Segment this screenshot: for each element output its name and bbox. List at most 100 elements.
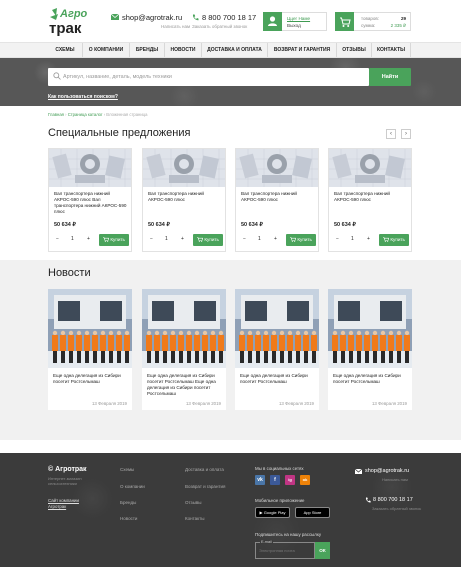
- search-button[interactable]: Найти: [369, 68, 411, 86]
- breadcrumb-home[interactable]: Главная: [48, 112, 64, 117]
- main-nav: СХЕМЫ О КОМПАНИИ БРЕНДЫ НОВОСТИ ДОСТАВКА…: [0, 42, 461, 58]
- app-title: Мобильное приложение: [255, 498, 305, 503]
- news-text[interactable]: Еще одна делегация из Сибири посетит Рос…: [333, 373, 409, 385]
- nav-item-brands[interactable]: БРЕНДЫ: [129, 43, 164, 57]
- breadcrumb: Главная › Страница каталог › Вложенная с…: [48, 112, 147, 117]
- subscribe-field[interactable]: E-mail: [255, 540, 315, 559]
- quantity-value[interactable]: 1: [351, 236, 354, 242]
- prev-arrow-button[interactable]: ‹: [386, 129, 396, 139]
- plus-icon[interactable]: +: [274, 236, 277, 242]
- quantity-value[interactable]: 1: [71, 236, 74, 242]
- footer-brand: © Агротрак: [48, 466, 87, 473]
- news-text[interactable]: Еще одна делегация из Сибири посетит Рос…: [147, 373, 223, 397]
- plus-icon[interactable]: +: [367, 236, 370, 242]
- product-image[interactable]: [49, 149, 131, 187]
- plus-icon[interactable]: +: [87, 236, 90, 242]
- news-image[interactable]: [142, 289, 226, 368]
- facebook-icon[interactable]: f: [270, 475, 280, 485]
- news-card[interactable]: Еще одна делегация из Сибири посетит Рос…: [142, 289, 226, 410]
- product-image[interactable]: [329, 149, 411, 187]
- news-card[interactable]: Еще одна делегация из Сибири посетит Рос…: [48, 289, 132, 410]
- footer-email[interactable]: shop@agrotrak.ru: [365, 468, 409, 474]
- nav-item-schemes[interactable]: СХЕМЫ: [48, 43, 82, 57]
- buy-button[interactable]: Купить: [99, 234, 129, 246]
- news-card[interactable]: Еще одна делегация из Сибири посетит Рос…: [328, 289, 412, 410]
- footer-link-schemes[interactable]: Схемы: [120, 467, 134, 472]
- logo[interactable]: Агро трак: [48, 6, 100, 37]
- breadcrumb-current: Вложенная страница: [106, 112, 148, 117]
- minus-icon[interactable]: −: [336, 236, 339, 242]
- minus-icon[interactable]: −: [243, 236, 246, 242]
- product-name[interactable]: Вал транспортера нижний АКРОС-590 плюс: [241, 191, 315, 203]
- buy-button[interactable]: Купить: [379, 234, 409, 246]
- quantity-stepper: − 1 +: [241, 235, 283, 245]
- breadcrumb-catalog[interactable]: Страница каталог: [68, 112, 103, 117]
- arrow-left-icon: ‹: [390, 131, 392, 137]
- buy-button[interactable]: Купить: [193, 234, 223, 246]
- nav-item-returns[interactable]: ВОЗВРАТ И ГАРАНТИЯ: [267, 43, 336, 57]
- footer-company-link[interactable]: Сайт компании Агротрак: [48, 498, 93, 510]
- buy-button-label: Купить: [204, 237, 219, 242]
- product-image[interactable]: [143, 149, 225, 187]
- search-banner: Найти Как пользоваться поиском?: [0, 58, 461, 106]
- news-text[interactable]: Еще одна делегация из Сибири посетит Рос…: [53, 373, 129, 385]
- quantity-value[interactable]: 1: [165, 236, 168, 242]
- cart[interactable]: товаров: 29 сумма: 2 335 ₽: [335, 12, 411, 31]
- footer-link-reviews[interactable]: Отзывы: [185, 500, 201, 505]
- product-card[interactable]: Вал транспортера нижний АКРОС-590 плюс В…: [48, 148, 132, 252]
- news-image[interactable]: [48, 289, 132, 368]
- news-date: 13 Февраля 2019: [371, 401, 407, 406]
- news-image[interactable]: [328, 289, 412, 368]
- nav-item-about[interactable]: О КОМПАНИИ: [82, 43, 129, 57]
- news-text[interactable]: Еще одна делегация из Сибири посетит Рос…: [240, 373, 316, 385]
- footer-callback-link[interactable]: Заказать обратный звонок: [372, 506, 421, 511]
- news-image[interactable]: [235, 289, 319, 368]
- product-name[interactable]: Вал транспортера нижний АКРОС-590 плюс В…: [54, 191, 128, 215]
- footer-link-brands[interactable]: Бренды: [120, 500, 136, 505]
- odnoklassniki-icon[interactable]: ok: [300, 475, 310, 485]
- plus-icon[interactable]: +: [181, 236, 184, 242]
- header-email-text[interactable]: shop@agrotrak.ru: [122, 13, 182, 22]
- footer-link-news[interactable]: Новости: [120, 516, 137, 521]
- news-card[interactable]: Еще одна делегация из Сибири посетит Рос…: [235, 289, 319, 410]
- minus-icon[interactable]: −: [150, 236, 153, 242]
- product-image[interactable]: [236, 149, 318, 187]
- footer-link-returns[interactable]: Возврат и гарантия: [185, 484, 225, 489]
- user-name-link[interactable]: Ццег Наме: [287, 16, 310, 21]
- nav-item-delivery[interactable]: ДОСТАВКА И ОПЛАТА: [201, 43, 267, 57]
- footer-link-contacts[interactable]: Контакты: [185, 516, 204, 521]
- quantity-value[interactable]: 1: [258, 236, 261, 242]
- user-account[interactable]: Ццег Наме Выход: [263, 12, 327, 31]
- product-price: 50 634 ₽: [54, 222, 76, 228]
- product-name[interactable]: Вал транспортера нижний АКРОС-590 плюс: [148, 191, 222, 203]
- footer-link-delivery[interactable]: Доставка и оплата: [185, 467, 224, 472]
- buy-button-label: Купить: [110, 237, 125, 242]
- instagram-icon[interactable]: ig: [285, 475, 295, 485]
- nav-item-contacts[interactable]: КОНТАКТЫ: [371, 43, 411, 57]
- footer-description: Интернет-магазин сельхозтехники: [48, 476, 82, 486]
- header-phone-text[interactable]: 8 800 700 18 17: [202, 13, 256, 22]
- search-help-link[interactable]: Как пользоваться поиском?: [48, 94, 118, 100]
- callback-link[interactable]: Заказать обратный звонок: [192, 24, 247, 29]
- google-play-badge[interactable]: ▶ Google Play: [255, 507, 290, 518]
- minus-icon[interactable]: −: [56, 236, 59, 242]
- product-card[interactable]: Вал транспортера нижний АКРОС-590 плюс 5…: [142, 148, 226, 252]
- subscribe-input[interactable]: [259, 548, 311, 553]
- footer-link-about[interactable]: О компании: [120, 484, 145, 489]
- nav-item-news[interactable]: НОВОСТИ: [164, 43, 201, 57]
- footer-phone[interactable]: 8 800 700 18 17: [373, 497, 413, 503]
- buy-button[interactable]: Купить: [286, 234, 316, 246]
- subscribe-label: E-mail: [260, 540, 273, 544]
- nav-item-reviews[interactable]: ОТЗЫВЫ: [336, 43, 371, 57]
- header-email-sub[interactable]: Написать нам: [161, 24, 190, 29]
- next-arrow-button[interactable]: ›: [401, 129, 411, 139]
- product-card[interactable]: Вал транспортера нижний АКРОС-590 плюс 5…: [328, 148, 412, 252]
- vk-icon[interactable]: vk: [255, 475, 265, 485]
- subscribe-button[interactable]: ОК: [315, 542, 330, 559]
- product-name[interactable]: Вал транспортера нижний АКРОС-590 плюс: [334, 191, 408, 203]
- product-card[interactable]: Вал транспортера нижний АКРОС-590 плюс 5…: [235, 148, 319, 252]
- footer-email-sub[interactable]: Написать нам: [382, 477, 408, 482]
- app-store-badge[interactable]: App Store: [295, 507, 330, 518]
- search-input[interactable]: [48, 68, 369, 86]
- logout-link[interactable]: Выход: [287, 23, 301, 28]
